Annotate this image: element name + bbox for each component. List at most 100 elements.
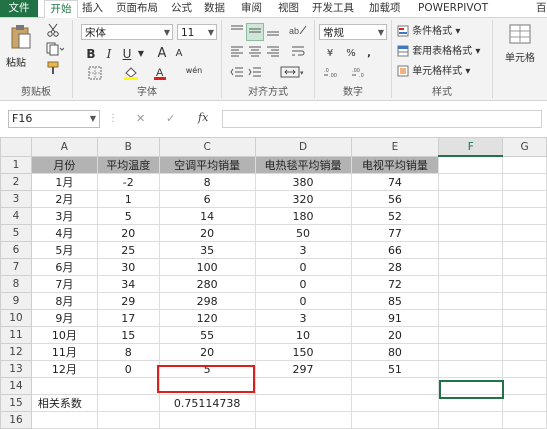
row-header[interactable]: 11: [0, 326, 32, 344]
column-header[interactable]: B: [96, 137, 160, 157]
cell[interactable]: [350, 394, 440, 412]
cell[interactable]: [502, 207, 547, 225]
cell[interactable]: 20: [96, 224, 160, 242]
name-box[interactable]: F16 ▼: [8, 110, 100, 128]
currency-button[interactable]: ¥: [319, 45, 341, 63]
cell[interactable]: 30: [96, 258, 160, 276]
cell[interactable]: [438, 360, 504, 378]
cells-button[interactable]: 单元格: [499, 22, 541, 74]
cell[interactable]: [30, 377, 98, 395]
row-header[interactable]: 2: [0, 173, 32, 191]
row-header[interactable]: 6: [0, 241, 32, 259]
cell[interactable]: 14: [158, 207, 256, 225]
paste-icon[interactable]: [6, 22, 34, 54]
cell[interactable]: 15: [96, 326, 160, 344]
cut-icon[interactable]: [42, 22, 64, 40]
cell[interactable]: 80: [350, 343, 440, 361]
cell[interactable]: 3月: [30, 207, 98, 225]
cell[interactable]: 8: [96, 343, 160, 361]
grow-font-button[interactable]: A: [153, 45, 171, 63]
cell[interactable]: 5: [96, 207, 160, 225]
decrease-decimal-icon[interactable]: .00.0: [349, 65, 373, 83]
cell[interactable]: 6月: [30, 258, 98, 276]
cell[interactable]: [438, 241, 504, 259]
tab-review[interactable]: 审阅: [241, 0, 262, 17]
wrap-text-icon[interactable]: [288, 44, 308, 62]
comma-button[interactable]: ,: [361, 45, 377, 63]
chevron-down-icon[interactable]: ▼: [135, 45, 147, 63]
cell[interactable]: [438, 190, 504, 208]
insert-function-icon[interactable]: fx: [198, 111, 208, 124]
cell[interactable]: 34: [96, 275, 160, 293]
align-bottom-icon[interactable]: [264, 23, 282, 41]
drag-handle-icon[interactable]: ⋮: [108, 113, 118, 124]
align-center-icon[interactable]: [246, 44, 264, 62]
cell[interactable]: [502, 360, 547, 378]
cell[interactable]: [254, 411, 352, 429]
cell[interactable]: 20: [158, 343, 256, 361]
cell[interactable]: [502, 309, 547, 327]
column-header[interactable]: A: [30, 137, 98, 157]
font-name-combo[interactable]: 宋体 ▼: [81, 24, 173, 40]
cell[interactable]: 74: [350, 173, 440, 191]
select-all-corner[interactable]: [0, 137, 32, 157]
cell[interactable]: 298: [158, 292, 256, 310]
row-header[interactable]: 12: [0, 343, 32, 361]
row-header[interactable]: 1: [0, 155, 32, 174]
cell[interactable]: [502, 343, 547, 361]
cell[interactable]: [502, 394, 547, 412]
cell[interactable]: 电视平均销量: [350, 155, 440, 174]
tab-home[interactable]: 开始: [44, 0, 78, 19]
row-header[interactable]: 3: [0, 190, 32, 208]
cell[interactable]: [96, 394, 160, 412]
cell[interactable]: 9月: [30, 309, 98, 327]
cell[interactable]: [502, 411, 547, 429]
cell[interactable]: 20: [350, 326, 440, 344]
row-header[interactable]: 14: [0, 377, 32, 395]
formula-input[interactable]: [222, 110, 542, 128]
cell[interactable]: 5月: [30, 241, 98, 259]
tab-file[interactable]: 文件: [0, 0, 38, 17]
phonetic-icon[interactable]: wén: [183, 65, 205, 83]
cell[interactable]: 380: [254, 173, 352, 191]
cell[interactable]: 3: [254, 309, 352, 327]
cell[interactable]: 297: [254, 360, 352, 378]
cell[interactable]: 91: [350, 309, 440, 327]
cell[interactable]: [502, 377, 547, 395]
cell[interactable]: [438, 275, 504, 293]
underline-button[interactable]: U: [119, 45, 135, 63]
conditional-format-button[interactable]: 条件格式 ▾: [396, 23, 490, 41]
column-header[interactable]: D: [254, 137, 352, 157]
cell[interactable]: 66: [350, 241, 440, 259]
cell[interactable]: 72: [350, 275, 440, 293]
column-header[interactable]: G: [502, 137, 547, 157]
cell[interactable]: 平均温度: [96, 155, 160, 174]
row-header[interactable]: 16: [0, 411, 32, 429]
cell[interactable]: 20: [158, 224, 256, 242]
cell[interactable]: 55: [158, 326, 256, 344]
cell[interactable]: [158, 411, 256, 429]
increase-decimal-icon[interactable]: .0.00: [321, 65, 345, 83]
cell[interactable]: [350, 377, 440, 395]
cell[interactable]: [502, 173, 547, 191]
correlation-value-cell[interactable]: 0.75114738: [158, 394, 256, 412]
cell[interactable]: 空调平均销量: [158, 155, 256, 174]
cell[interactable]: 0: [96, 360, 160, 378]
font-size-combo[interactable]: 11 ▼: [177, 24, 217, 40]
cell[interactable]: 52: [350, 207, 440, 225]
row-header[interactable]: 10: [0, 309, 32, 327]
cell[interactable]: 180: [254, 207, 352, 225]
tab-developer[interactable]: 开发工具: [312, 0, 354, 17]
row-header[interactable]: 9: [0, 292, 32, 310]
percent-button[interactable]: %: [343, 45, 359, 63]
cell[interactable]: [438, 173, 504, 191]
cell[interactable]: 电热毯平均销量: [254, 155, 352, 174]
enter-icon[interactable]: ✓: [166, 112, 175, 125]
cell[interactable]: [30, 411, 98, 429]
cell[interactable]: [438, 309, 504, 327]
row-header[interactable]: 15: [0, 394, 32, 412]
cell[interactable]: [438, 224, 504, 242]
cell[interactable]: 1: [96, 190, 160, 208]
cell[interactable]: 280: [158, 275, 256, 293]
cell[interactable]: 51: [350, 360, 440, 378]
